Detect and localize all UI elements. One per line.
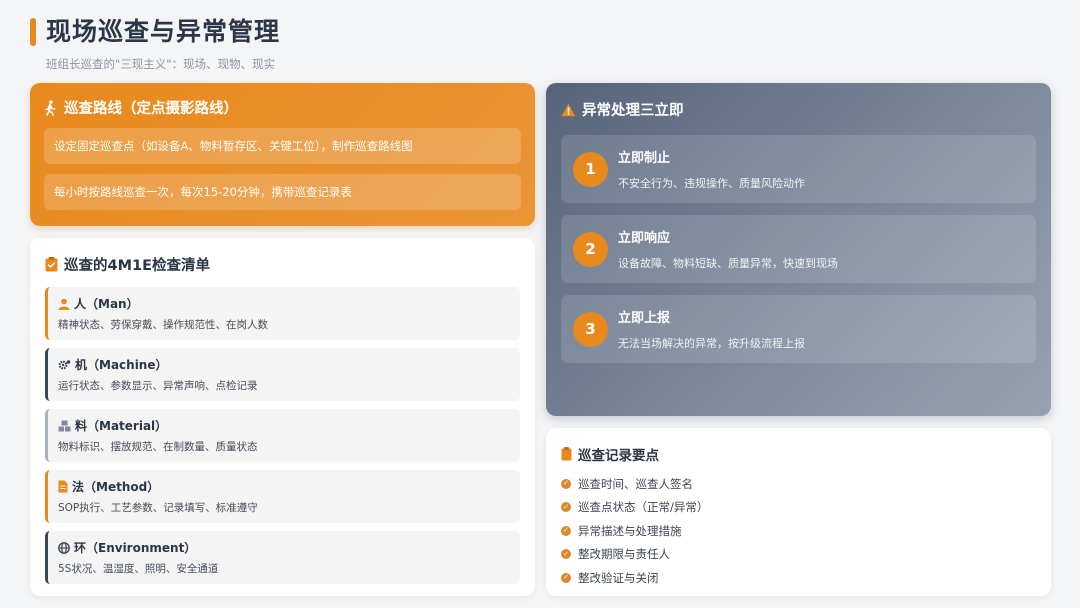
list-item: ✓ 异常描述与处理措施 — [561, 519, 1036, 543]
checklist-item-desc: 运行状态、参数显示、异常声响、点检记录 — [58, 380, 258, 392]
checklist-card: 巡查的4M1E检查清单 人（Man） 精神状态、劳保穿戴、操作规范性、在岗人数 … — [30, 238, 535, 596]
checklist-item-method: 法（Method） SOP执行、工艺参数、记录填写、标准遵守 — [45, 470, 520, 523]
record-list: ✓ 巡查时间、巡查人签名 ✓ 巡查点状态（正常/异常） ✓ 异常描述与处理措施 ✓ 整改… — [561, 472, 1036, 590]
anomaly-step: 2 立即响应 设备故障、物料短缺、质量异常，快速到现场 — [561, 215, 1036, 283]
anomaly-step-title: 立即响应 — [618, 231, 671, 246]
warning-icon — [561, 103, 576, 117]
check-circle-icon: ✓ — [561, 525, 571, 536]
anomaly-card: 异常处理三立即 1 立即制止 不安全行为、违规操作、质量风险动作 2 立即响应 … — [546, 83, 1051, 416]
page-title: 现场巡查与异常管理 — [46, 17, 281, 46]
list-item: ✓ 巡查时间、巡查人签名 — [561, 472, 1036, 496]
document-icon — [58, 480, 68, 493]
checklist-item-machine: 机（Machine） 运行状态、参数显示、异常声响、点检记录 — [45, 348, 520, 401]
route-item: 每小时按路线巡查一次，每次15-20分钟，携带巡查记录表 — [44, 174, 521, 210]
user-icon — [58, 298, 70, 310]
checklist-item-title: 法（Method） — [72, 480, 160, 494]
page-subtitle: 班组长巡查的"三现主义"：现场、现物、现实 — [46, 57, 276, 71]
route-card: 巡查路线（定点摄影路线） 设定固定巡查点（如设备A、物料暂存区、关键工位），制作… — [30, 83, 535, 226]
boxes-icon — [58, 420, 71, 432]
anomaly-step-desc: 无法当场解决的异常，按升级流程上报 — [618, 337, 805, 350]
checklist-item-title: 机（Machine） — [75, 358, 168, 372]
checklist-item-title: 料（Material） — [75, 419, 168, 433]
record-card-header: 巡查记录要点 — [561, 444, 1036, 464]
record-card-title: 巡查记录要点 — [578, 448, 659, 464]
check-circle-icon: ✓ — [561, 502, 571, 513]
list-item: ✓ 整改验证与关闭 — [561, 566, 1036, 590]
record-card: 巡查记录要点 ✓ 巡查时间、巡查人签名 ✓ 巡查点状态（正常/异常） ✓ 异常描述与处… — [546, 428, 1051, 596]
route-card-title: 巡查路线（定点摄影路线） — [64, 101, 238, 117]
checklist-item-material: 料（Material） 物料标识、摆放规范、在制数量、质量状态 — [45, 409, 520, 462]
step-number-badge: 3 — [573, 311, 608, 347]
anomaly-step-title: 立即制止 — [618, 151, 671, 166]
list-item: ✓ 整改期限与责任人 — [561, 543, 1036, 567]
anomaly-card-header: 异常处理三立即 — [561, 99, 1036, 120]
clipboard-icon — [561, 447, 572, 461]
checklist-item-environment: 环（Environment） 5S状况、温湿度、照明、安全通道 — [45, 531, 520, 584]
route-card-header: 巡查路线（定点摄影路线） — [44, 97, 521, 118]
checklist-card-header: 巡查的4M1E检查清单 — [45, 254, 520, 275]
step-number-badge: 2 — [573, 231, 608, 267]
check-circle-icon: ✓ — [561, 478, 571, 489]
checklist-item-title: 环（Environment） — [74, 541, 197, 555]
globe-icon — [58, 541, 70, 554]
anomaly-step-title: 立即上报 — [618, 311, 671, 326]
list-item: ✓ 巡查点状态（正常/异常） — [561, 496, 1036, 520]
check-circle-icon: ✓ — [561, 549, 571, 560]
checklist-item-man: 人（Man） 精神状态、劳保穿戴、操作规范性、在岗人数 — [45, 287, 520, 340]
title-accent-bar — [30, 18, 36, 46]
route-item: 设定固定巡查点（如设备A、物料暂存区、关键工位），制作巡查路线图 — [44, 128, 521, 164]
anomaly-step: 1 立即制止 不安全行为、违规操作、质量风险动作 — [561, 135, 1036, 203]
step-number-badge: 1 — [573, 151, 608, 187]
checklist-item-desc: 5S状况、温湿度、照明、安全通道 — [58, 563, 219, 575]
anomaly-step-desc: 设备故障、物料短缺、质量异常，快速到现场 — [618, 257, 838, 270]
check-circle-icon: ✓ — [561, 572, 571, 583]
anomaly-card-title: 异常处理三立即 — [582, 103, 684, 119]
checklist-item-title: 人（Man） — [74, 297, 139, 311]
anomaly-step: 3 立即上报 无法当场解决的异常，按升级流程上报 — [561, 295, 1036, 363]
checklist-item-desc: 精神状态、劳保穿戴、操作规范性、在岗人数 — [58, 319, 268, 331]
clipboard-check-icon — [45, 257, 58, 272]
walking-person-icon — [44, 99, 58, 116]
gears-icon — [58, 359, 71, 371]
checklist-item-desc: SOP执行、工艺参数、记录填写、标准遵守 — [58, 502, 258, 514]
checklist-item-desc: 物料标识、摆放规范、在制数量、质量状态 — [58, 441, 258, 453]
checklist-card-title: 巡查的4M1E检查清单 — [64, 258, 211, 274]
anomaly-step-desc: 不安全行为、违规操作、质量风险动作 — [618, 177, 805, 190]
